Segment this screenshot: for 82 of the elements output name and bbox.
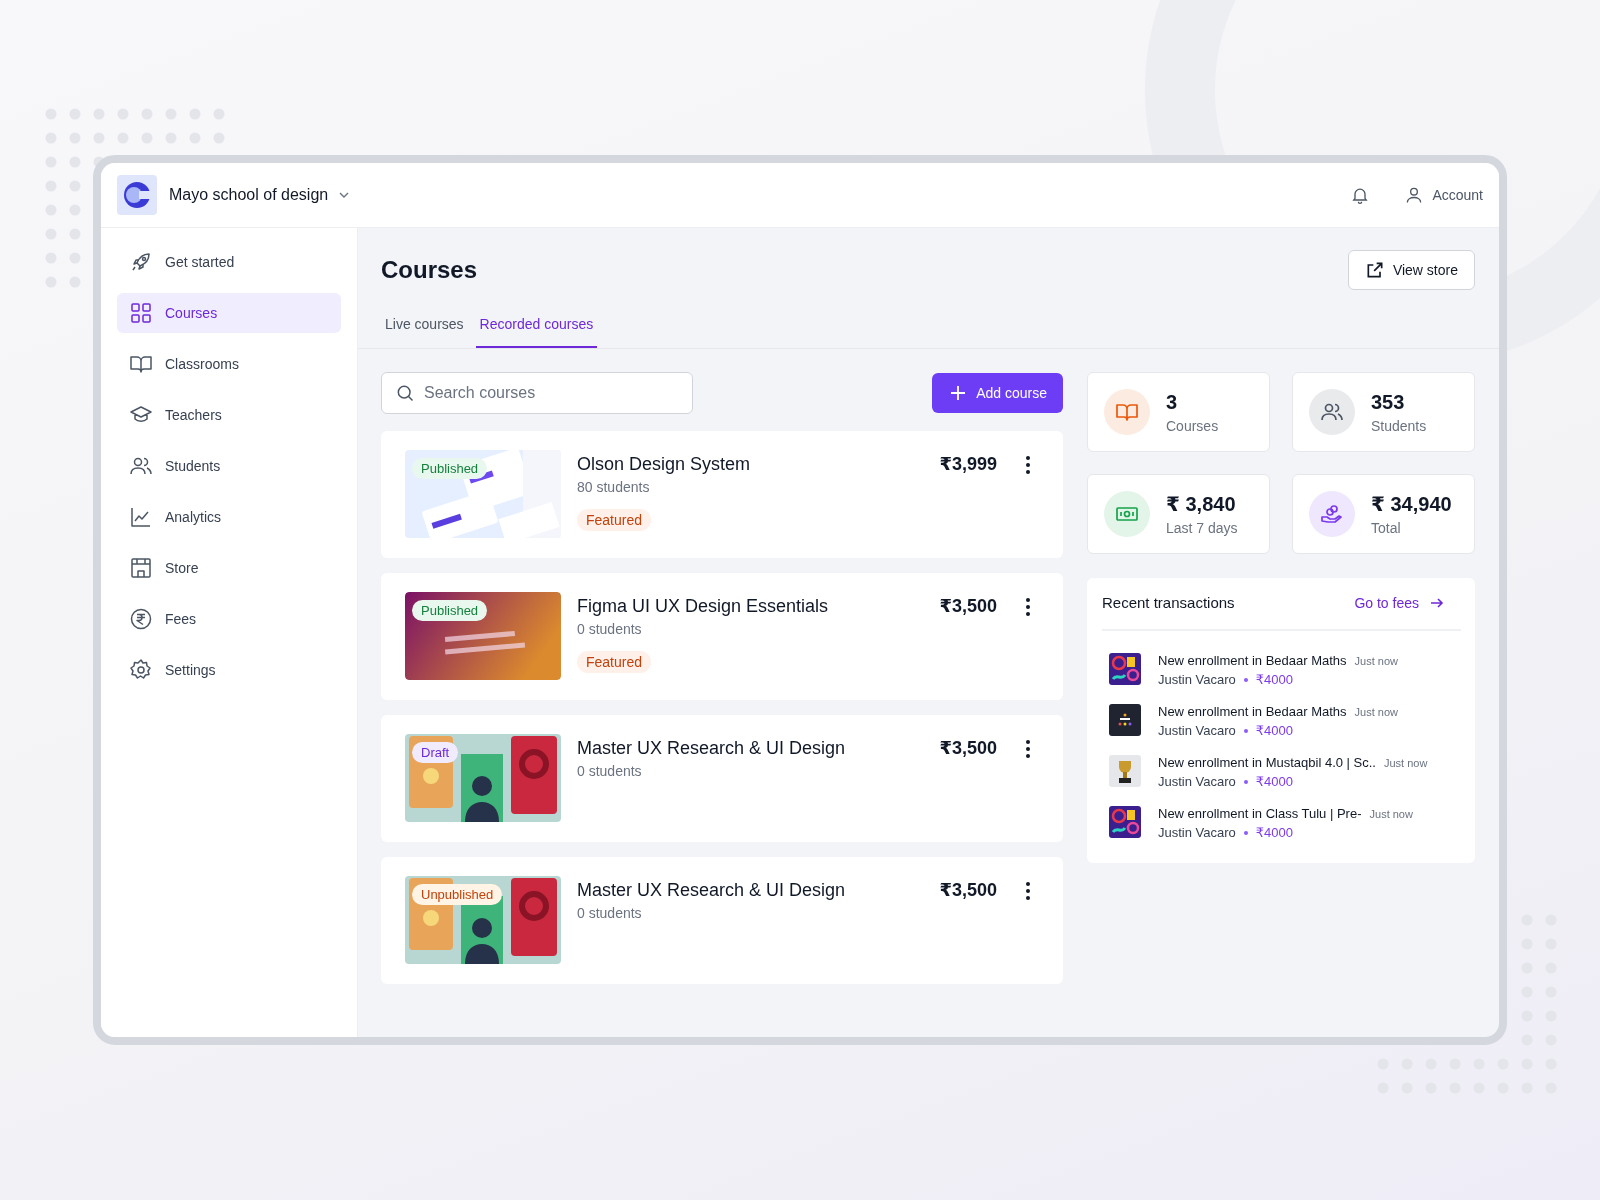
rupee-icon xyxy=(129,607,153,631)
hand-coins-icon xyxy=(1320,502,1344,526)
course-title: Master UX Research & UI Design xyxy=(577,880,846,901)
transaction-time: Just now xyxy=(1354,706,1398,718)
more-icon[interactable] xyxy=(1025,597,1031,617)
separator-dot xyxy=(1243,677,1248,682)
plus-icon xyxy=(950,385,967,401)
sidebar-item[interactable]: Settings xyxy=(117,650,341,690)
stat-value: ₹ 3,840 xyxy=(1166,492,1237,516)
transaction-amount: ₹4000 xyxy=(1255,774,1293,789)
course-card[interactable]: Draft Master UX Research & UI Design 0 students ₹3,500 xyxy=(381,715,1063,842)
student-count: 0 students xyxy=(577,905,642,921)
student-count: 80 students xyxy=(577,479,650,495)
sidebar-item[interactable]: Get started xyxy=(117,242,341,282)
featured-tag: Featured xyxy=(577,509,652,531)
separator-dot xyxy=(1243,779,1248,784)
status-badge: Published xyxy=(412,458,488,479)
featured-tag: Featured xyxy=(577,651,652,673)
course-card[interactable]: Unpublished Master UX Research & UI Design 0 students ₹3,500 xyxy=(381,857,1063,984)
sidebar-item[interactable]: Fees xyxy=(117,599,341,639)
course-title: Figma UI UX Design Essentials xyxy=(577,596,829,617)
section-title: Recent transactions xyxy=(1102,594,1235,611)
more-icon[interactable] xyxy=(1025,455,1031,475)
account-button[interactable]: Account xyxy=(1404,185,1483,205)
sidebar-item[interactable]: Analytics xyxy=(117,497,341,537)
student-count: 0 students xyxy=(577,763,642,779)
view-store-button[interactable]: View store xyxy=(1347,250,1475,290)
store-icon xyxy=(129,556,153,580)
go-to-fees-link[interactable]: Go to fees xyxy=(1354,594,1445,611)
course-title: Olson Design System xyxy=(577,454,751,475)
student-count: 0 students xyxy=(577,621,642,637)
status-badge: Published xyxy=(412,600,488,621)
school-selector[interactable]: Mayo school of design xyxy=(169,186,351,204)
separator-dot xyxy=(1243,728,1248,733)
student-name: Justin Vacaro xyxy=(1158,825,1236,840)
search-icon xyxy=(395,383,415,403)
transaction-title: New enrollment in Mustaqbil 4.0 | Sc.. xyxy=(1158,755,1376,770)
add-course-button[interactable]: Add course xyxy=(932,373,1063,413)
sidebar-item[interactable]: Store xyxy=(117,548,341,588)
student-name: Justin Vacaro xyxy=(1158,774,1236,789)
separator-dot xyxy=(1243,830,1248,835)
transaction-time: Just now xyxy=(1354,655,1398,667)
course-price: ₹3,500 xyxy=(939,595,997,618)
course-card[interactable]: Published Figma UI UX Design Essentials 0 students Featured ₹3,500 xyxy=(381,573,1063,700)
course-price: ₹3,999 xyxy=(939,453,997,476)
line-chart-icon xyxy=(129,505,153,529)
sidebar-item[interactable]: Classrooms xyxy=(117,344,341,384)
course-title: Master UX Research & UI Design xyxy=(577,738,846,759)
transaction-title: New enrollment in Class Tulu | Pre- xyxy=(1158,806,1362,821)
stat-label: Last 7 days xyxy=(1166,520,1238,536)
more-icon[interactable] xyxy=(1025,881,1031,901)
tab[interactable]: Live courses xyxy=(381,304,468,348)
course-price: ₹3,500 xyxy=(939,879,997,902)
grid-icon xyxy=(129,301,153,325)
stat-value: 3 xyxy=(1166,390,1179,414)
transaction-title: New enrollment in Bedaar Maths xyxy=(1158,653,1347,668)
stat-label: Courses xyxy=(1166,417,1219,434)
transaction-title: New enrollment in Bedaar Maths xyxy=(1158,704,1347,719)
student-name: Justin Vacaro xyxy=(1158,723,1236,738)
sidebar-item[interactable]: Students xyxy=(117,446,341,486)
transaction-amount: ₹4000 xyxy=(1255,723,1293,738)
transaction-amount: ₹4000 xyxy=(1255,825,1293,840)
course-card[interactable]: Published Olson Design System 80 students Featured ₹3,999 xyxy=(381,431,1063,558)
stat-value: ₹ 34,940 xyxy=(1371,492,1452,516)
gear-icon xyxy=(129,658,153,682)
more-icon[interactable] xyxy=(1025,739,1031,759)
status-badge: Unpublished xyxy=(412,884,503,905)
course-price: ₹3,500 xyxy=(939,737,997,760)
logo-icon xyxy=(117,175,157,215)
page-title: Courses xyxy=(381,256,478,284)
student-name: Justin Vacaro xyxy=(1158,672,1236,687)
transaction-time: Just now xyxy=(1384,757,1428,769)
tab[interactable]: Recorded courses xyxy=(475,304,598,348)
stat-label: Students xyxy=(1371,417,1427,434)
stat-value: 353 xyxy=(1371,390,1406,414)
sidebar-item[interactable]: Teachers xyxy=(117,395,341,435)
search-field[interactable]: Search courses xyxy=(381,372,693,414)
sidebar-item[interactable]: Courses xyxy=(117,293,341,333)
status-badge: Draft xyxy=(412,742,459,763)
stat-label: Total xyxy=(1371,520,1402,536)
transaction-time: Just now xyxy=(1369,808,1413,820)
transaction-amount: ₹4000 xyxy=(1255,672,1293,687)
